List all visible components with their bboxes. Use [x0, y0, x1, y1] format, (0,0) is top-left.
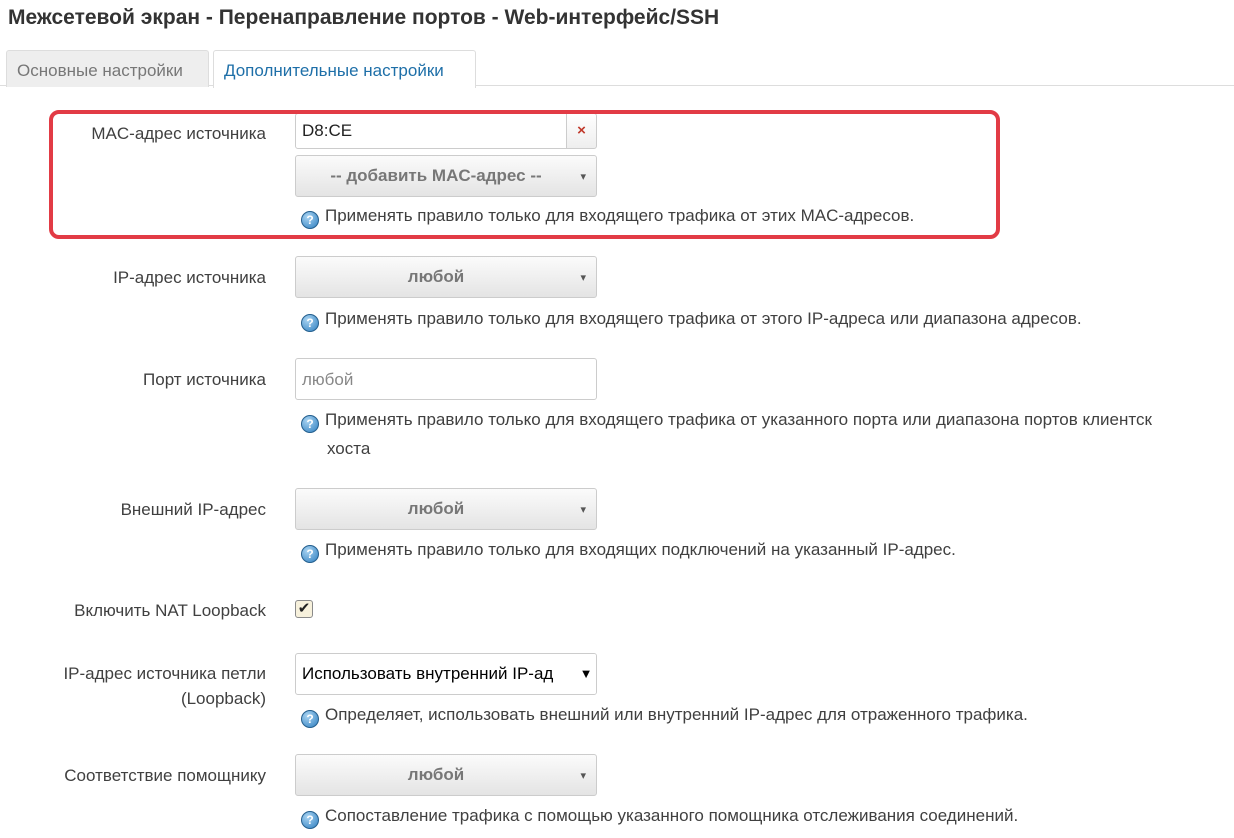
- external-ip-label: Внешний IP-адрес: [120, 500, 266, 519]
- source-ip-select[interactable]: любой ▾: [295, 256, 597, 298]
- source-ip-select-value: любой: [407, 267, 465, 286]
- check-icon: ✔: [297, 600, 311, 617]
- chevron-down-icon: ▾: [580, 770, 586, 782]
- help-icon: ?: [301, 314, 319, 332]
- source-ip-hint-text: Применять правило только для входящего т…: [325, 309, 1082, 328]
- source-ip-hint: ? Применять правило только для входящего …: [301, 304, 1082, 333]
- help-icon: ?: [301, 545, 319, 563]
- help-icon: ?: [301, 415, 319, 433]
- external-ip-select[interactable]: любой ▾: [295, 488, 597, 530]
- loopback-source-hint-text: Определяет, использовать внешний или вну…: [325, 705, 1028, 724]
- chevron-down-icon: ▾: [580, 504, 586, 516]
- external-ip-select-value: любой: [407, 499, 465, 518]
- chevron-down-icon: ▾: [580, 272, 586, 284]
- loopback-source-label: IP-адрес источника петли: [63, 664, 266, 683]
- tab-advanced-settings[interactable]: Дополнительные настройки: [213, 50, 476, 88]
- loopback-source-label-line2: (Loopback): [180, 689, 266, 708]
- chevron-down-icon: ▼: [576, 654, 596, 694]
- helper-hint: ? Сопоставление трафика с помощью указанн…: [301, 801, 1018, 830]
- page-title: Межсетевой экран - Перенаправление порто…: [8, 6, 720, 29]
- help-icon: ?: [301, 710, 319, 728]
- help-icon: ?: [301, 811, 319, 829]
- source-port-input[interactable]: любой: [295, 358, 597, 400]
- source-ip-label: IP-адрес источника: [113, 268, 266, 287]
- external-ip-hint-text: Применять правило только для входящих по…: [325, 540, 956, 559]
- helper-hint-text: Сопоставление трафика с помощью указанно…: [325, 806, 1019, 825]
- source-port-label: Порт источника: [143, 370, 266, 389]
- helper-select[interactable]: любой ▾: [295, 754, 597, 796]
- source-port-hint-line2: хоста: [327, 439, 371, 458]
- nat-loopback-label: Включить NAT Loopback: [74, 601, 266, 620]
- loopback-source-hint: ? Определяет, использовать внешний или вн…: [301, 700, 1028, 729]
- helper-select-value: любой: [407, 765, 465, 784]
- loopback-source-select-value: Использовать внутренний IP-ад: [302, 664, 554, 683]
- nat-loopback-checkbox[interactable]: ✔: [295, 600, 313, 618]
- external-ip-hint: ? Применять правило только для входящих п…: [301, 535, 956, 564]
- loopback-source-select[interactable]: Использовать внутренний IP-ад ▼: [295, 653, 597, 695]
- highlight-frame: [49, 110, 1000, 239]
- source-port-hint: ? Применять правило только для входящего …: [301, 405, 1152, 434]
- tab-bar: Основные настройки Дополнительные настро…: [0, 48, 1234, 88]
- source-port-hint-text: Применять правило только для входящего т…: [325, 410, 1152, 429]
- helper-label: Соответствие помощнику: [64, 766, 266, 785]
- tab-basic-settings[interactable]: Основные настройки: [6, 50, 209, 87]
